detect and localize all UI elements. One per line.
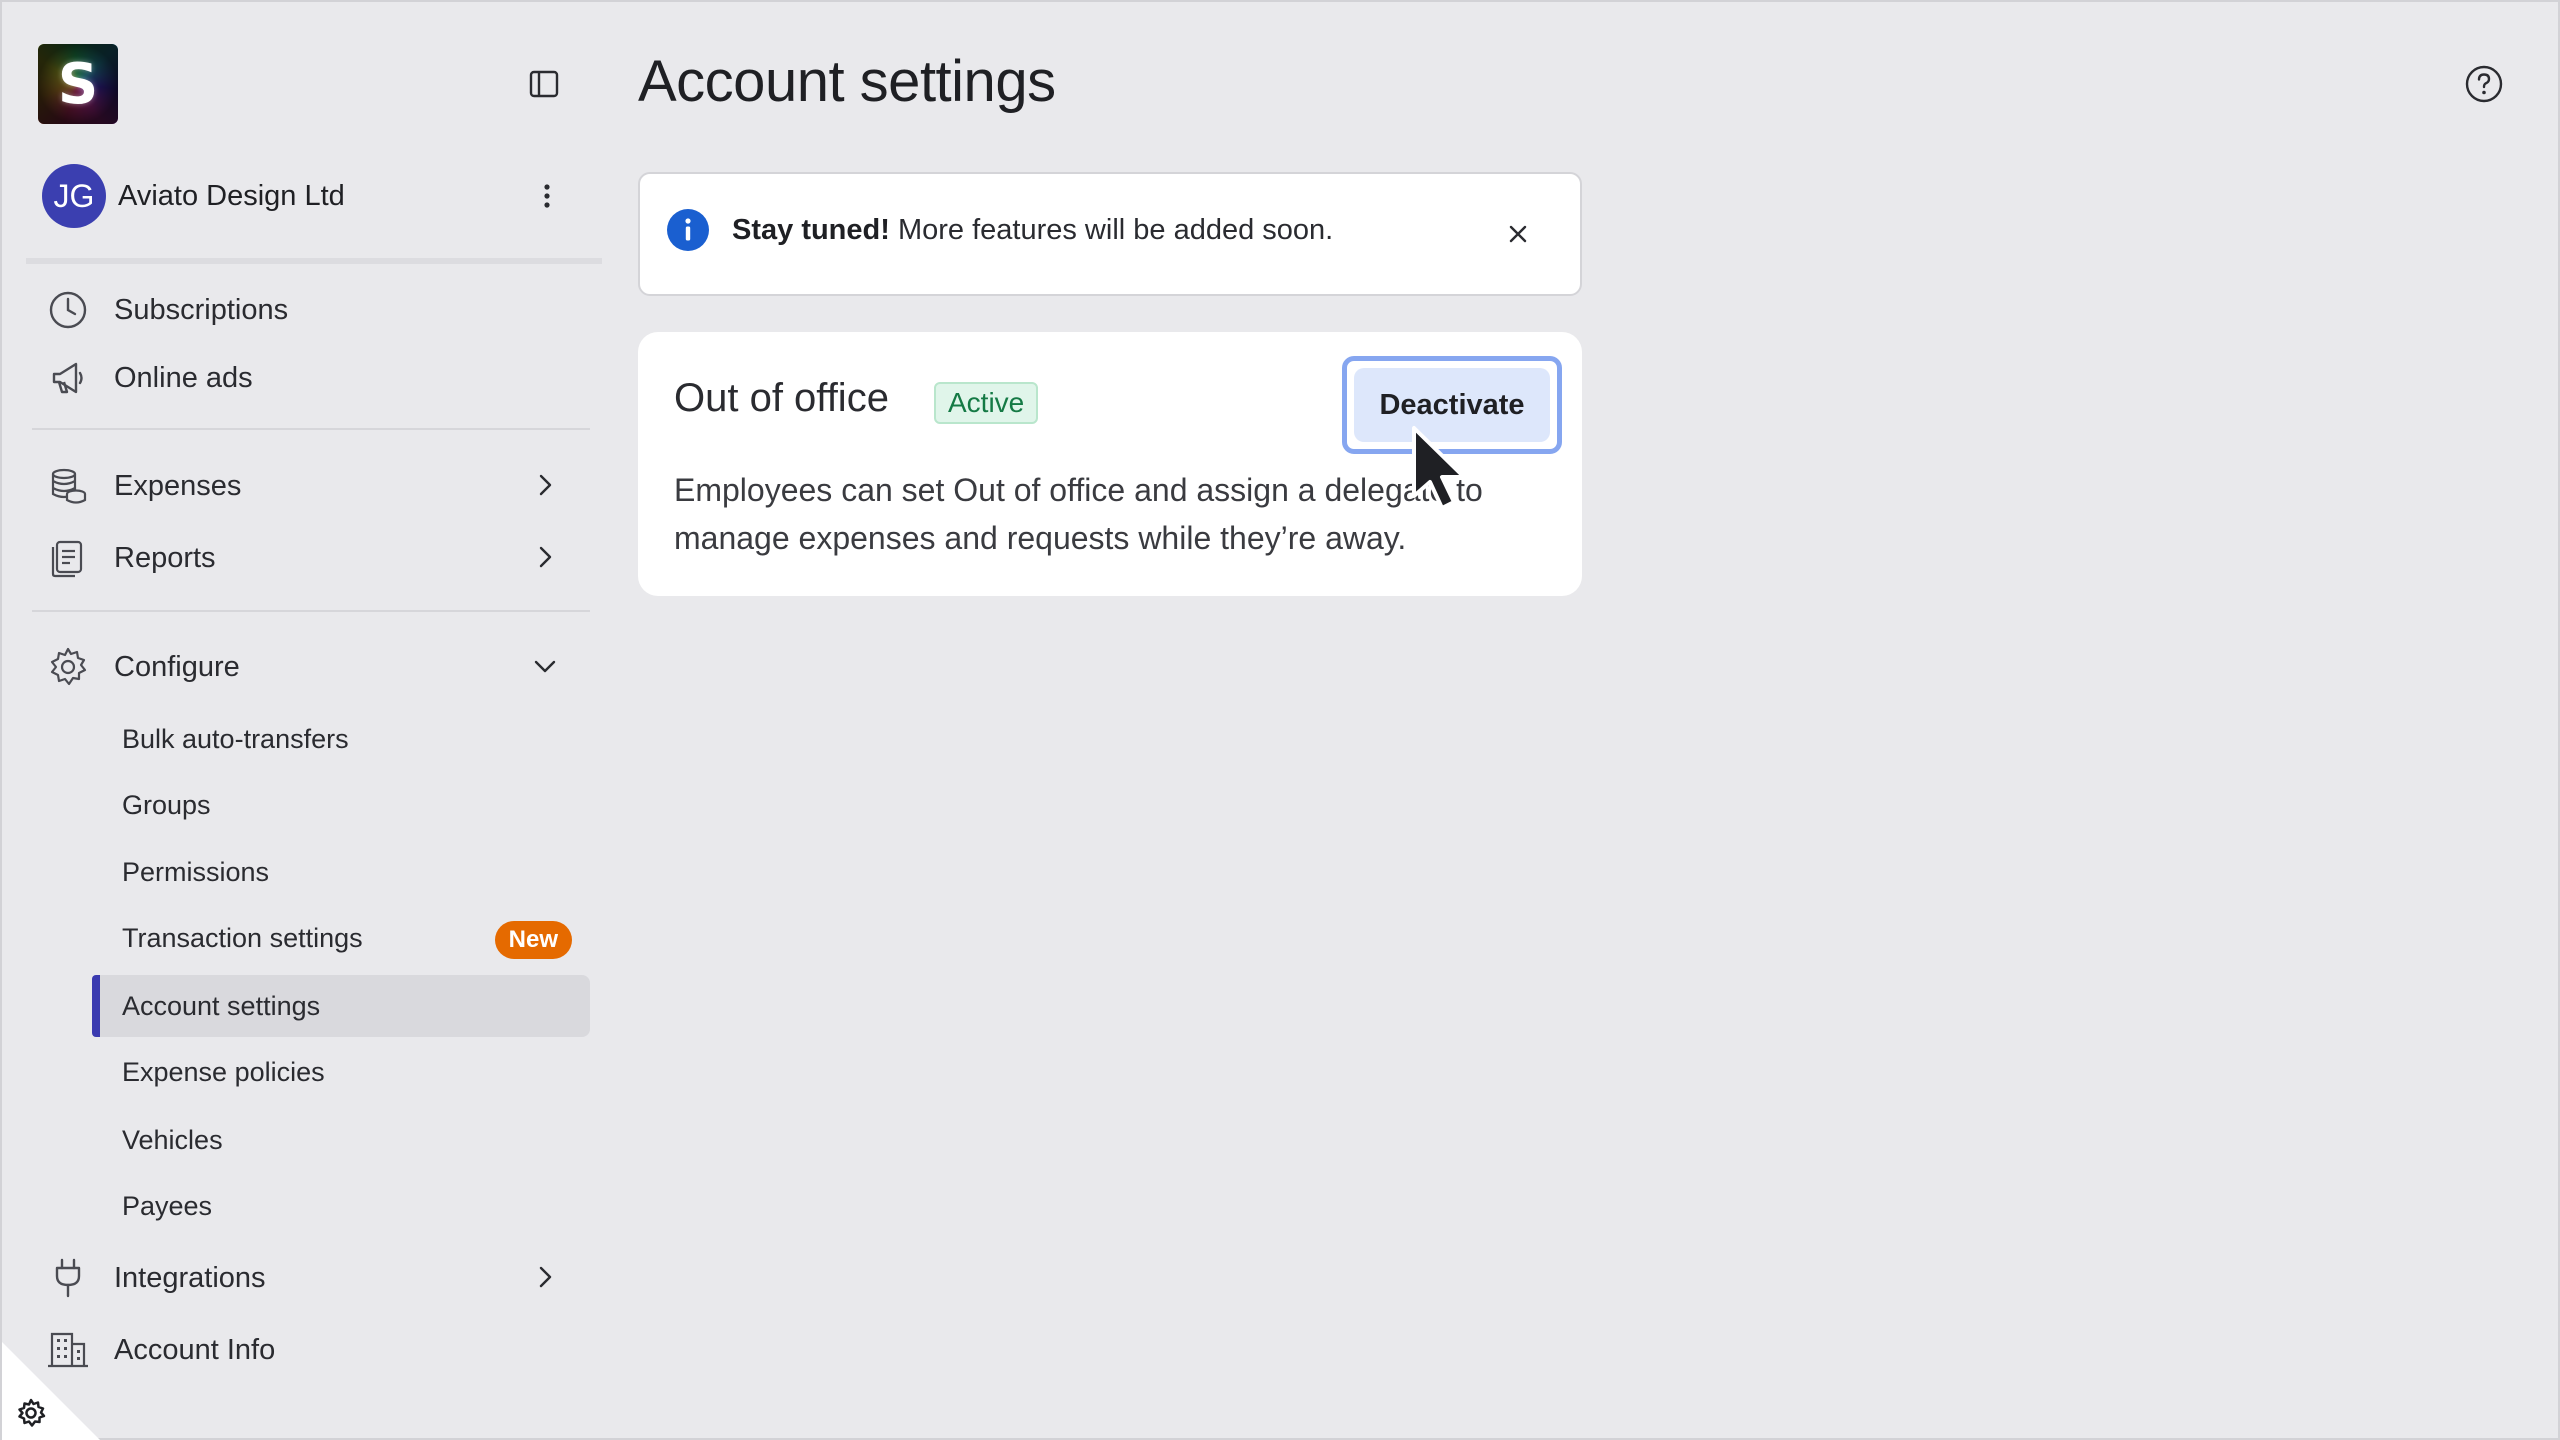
sidebar-item-reports[interactable]: Reports — [42, 530, 590, 586]
sidebar-item-label: Subscriptions — [114, 293, 289, 326]
info-banner: Stay tuned! More features will be added … — [638, 172, 1582, 296]
sidebar-item-payees[interactable]: Payees — [92, 1175, 590, 1237]
sidebar-item-expense-policies[interactable]: Expense policies — [92, 1041, 590, 1103]
sidebar-item-label: Expense policies — [122, 1056, 325, 1087]
sidebar-item-label: Vehicles — [122, 1124, 223, 1155]
sidebar-item-label: Integrations — [114, 1261, 266, 1294]
chevron-right-icon — [539, 546, 552, 568]
sidebar-toggle-icon[interactable] — [528, 68, 560, 100]
banner-bold: Stay tuned! — [732, 214, 890, 246]
clock-icon — [49, 291, 87, 329]
reports-icon — [51, 540, 83, 578]
new-badge: New — [494, 921, 572, 959]
sidebar-item-permissions[interactable]: Permissions — [92, 841, 590, 903]
sidebar-item-label: Bulk auto-transfers — [122, 723, 349, 754]
card-description: Employees can set Out of office and assi… — [674, 472, 1483, 556]
sidebar-item-label: Online ads — [114, 361, 253, 394]
info-icon — [667, 209, 709, 251]
sidebar-item-label: Permissions — [122, 856, 270, 887]
sidebar-item-configure[interactable]: Configure — [42, 639, 590, 695]
sidebar-item-account-settings[interactable]: Account settings — [92, 975, 590, 1037]
divider — [26, 258, 602, 264]
sidebar-item-subscriptions[interactable]: Subscriptions — [42, 282, 590, 338]
sidebar-item-groups[interactable]: Groups — [92, 774, 590, 836]
sidebar-item-label: Transaction settings — [122, 922, 363, 953]
banner-message: Stay tuned! More features will be added … — [732, 214, 1333, 247]
avatar: JG — [42, 164, 106, 228]
sidebar-item-label: Payees — [122, 1190, 213, 1221]
coins-icon — [51, 468, 87, 504]
more-vertical-icon[interactable] — [532, 180, 562, 212]
status-badge: Active — [934, 382, 1039, 424]
help-icon[interactable] — [2464, 64, 2504, 104]
app-logo[interactable]: S — [38, 44, 118, 124]
card-title: Out of office — [674, 376, 889, 420]
gear-icon — [50, 647, 87, 686]
chevron-right-icon — [539, 474, 552, 496]
sidebar: S JG Aviato Design Ltd Subscriptions Onl… — [2, 2, 602, 1440]
org-switcher[interactable]: JG Aviato Design Ltd — [42, 164, 345, 228]
logo-letter: S — [57, 51, 99, 117]
mouse-cursor-icon — [1412, 426, 1466, 510]
sidebar-item-label: Groups — [122, 789, 211, 820]
sidebar-item-label: Account Info — [114, 1333, 276, 1366]
sidebar-item-label: Reports — [114, 541, 216, 574]
chevron-down-icon — [534, 660, 556, 673]
building-icon — [48, 1332, 88, 1368]
sidebar-item-label: Expenses — [114, 469, 242, 502]
settings-gear-icon[interactable] — [14, 1396, 48, 1430]
plug-icon — [55, 1258, 81, 1298]
close-icon[interactable] — [1502, 218, 1534, 250]
sidebar-item-label: Account settings — [122, 990, 321, 1021]
sidebar-item-vehicles[interactable]: Vehicles — [92, 1109, 590, 1171]
app-window: S JG Aviato Design Ltd Subscriptions Onl… — [0, 0, 2560, 1440]
banner-text: More features will be added soon. — [889, 214, 1334, 246]
sidebar-item-online-ads[interactable]: Online ads — [42, 350, 590, 406]
chevron-right-icon — [539, 1266, 552, 1288]
sidebar-item-expenses[interactable]: Expenses — [42, 458, 590, 514]
megaphone-icon — [52, 362, 83, 394]
divider — [32, 610, 590, 612]
sidebar-item-label: Configure — [114, 650, 240, 683]
page-title: Account settings — [638, 49, 1056, 114]
divider — [32, 428, 590, 430]
org-name: Aviato Design Ltd — [118, 179, 345, 212]
sidebar-item-bulk-auto-transfers[interactable]: Bulk auto-transfers — [92, 708, 590, 770]
sidebar-item-account-info[interactable]: Account Info — [42, 1322, 590, 1378]
sidebar-item-integrations[interactable]: Integrations — [42, 1250, 590, 1306]
sidebar-item-transaction-settings[interactable]: Transaction settings New — [92, 907, 590, 969]
